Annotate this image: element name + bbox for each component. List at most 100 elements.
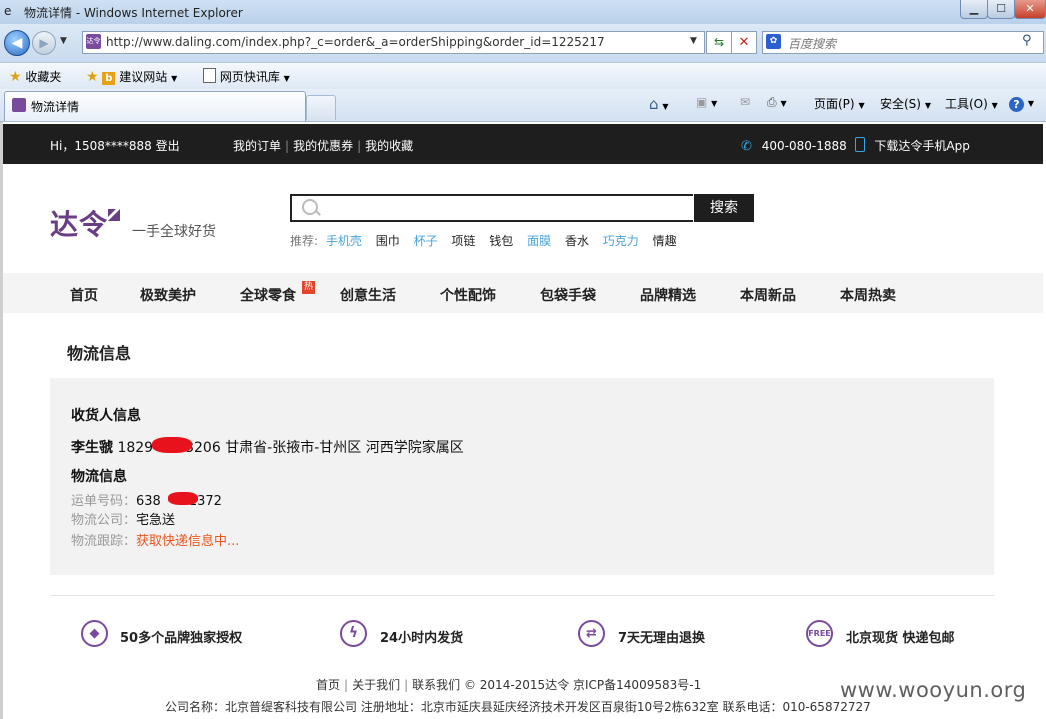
footer-copyright: © 2014-2015达令 京ICP备14009583号-1 [463,678,702,692]
app-download-link[interactable]: 下载达令手机App [874,139,969,153]
address-dropdown-icon[interactable]: ▼ [690,36,697,46]
nav-item-home[interactable]: 首页 [70,285,98,305]
home-button[interactable]: ⌂ ▼ [649,95,669,113]
service-brand-auth: 50多个品牌独家授权 [120,631,243,646]
divider: | [404,678,409,692]
new-tab-button[interactable] [306,95,336,120]
logo-mark-icon [108,209,120,221]
hot-word-link[interactable]: 手机壳 [326,234,362,248]
logistics-heading: 物流信息 [71,469,127,485]
waybill-row: 运单号码：638 1372 [71,490,222,509]
receiver-info: 李生虢 1829 3206 甘肃省-张掖市-甘州区 河西学院家属区 [71,437,464,457]
minimize-button[interactable]: ▁ [960,0,988,19]
nav-item-new-arrivals[interactable]: 本周新品 [740,285,796,305]
rss-icon: ▣ [696,95,708,109]
hot-word-link[interactable]: 杯子 [414,234,438,248]
home-icon: ⌂ [649,95,659,113]
lightning-icon: ϟ [340,620,367,647]
close-window-button[interactable]: ✕ [1014,0,1046,19]
footer-contact-link[interactable]: 联系我们 [412,678,460,692]
hot-word-link[interactable]: 情趣 [653,234,677,248]
hotline-number: 400-080-1888 [761,139,847,153]
read-mail-button[interactable]: ✉ [740,95,750,109]
my-coupons-link[interactable]: 我的优惠券 [293,139,353,153]
waybill-label: 运单号码： [71,494,137,509]
help-menu[interactable]: ? ▼ [1009,95,1034,112]
chevron-down-icon: ▼ [924,101,931,110]
nav-item-snacks[interactable]: 全球零食 [240,285,296,305]
my-orders-link[interactable]: 我的订单 [233,139,281,153]
site-favicon-icon: 达令 [86,34,101,49]
tracking-status-link[interactable]: 获取快递信息中... [136,534,239,549]
hot-word-link[interactable]: 巧克力 [603,234,639,248]
redaction-mark [152,437,192,453]
divider: | [357,139,362,153]
receiver-address: 甘肃省-张掖市-甘州区 河西学院家属区 [225,440,464,456]
divider: | [285,139,290,153]
favorites-button[interactable]: ★ 收藏夹 [9,68,61,85]
redaction-mark [168,492,198,505]
nav-item-brands[interactable]: 品牌精选 [640,285,696,305]
web-slice-icon [203,68,216,83]
ie-logo-icon: e [4,4,12,18]
logout-link[interactable]: 登出 [156,139,180,153]
printer-icon: ⎙ [767,95,777,109]
browser-search-placeholder: 百度搜索 [788,37,837,51]
tab-title[interactable]: 物流详情 [31,98,79,115]
hot-word-link[interactable]: 钱包 [489,234,513,248]
chevron-down-icon: ▼ [283,74,290,83]
site-slogan: 一手全球好货 [132,224,216,240]
footer-home-link[interactable]: 首页 [316,678,340,692]
tracking-row: 物流跟踪：获取快递信息中... [71,530,239,549]
refresh-button[interactable]: ⇆ [706,31,732,54]
hot-word-link[interactable]: 项链 [451,234,475,248]
page-menu[interactable]: 页面(P) ▼ [814,95,865,112]
site-search-button[interactable]: 搜索 [694,194,754,222]
nav-item-creative-life[interactable]: 创意生活 [340,285,396,305]
contact-area: ✆ 400-080-1888 下载达令手机App [741,137,970,154]
window-title: 物流详情 - Windows Internet Explorer [24,6,243,20]
user-greeting: Hi，1508****888 [50,139,152,153]
site-search-input[interactable] [290,194,693,222]
hot-search-words: 推荐: 手机壳 围巾 杯子 项链 钱包 面膜 香水 巧克力 情趣 [290,232,687,249]
waybill-prefix: 638 [136,494,161,509]
safety-menu[interactable]: 安全(S) ▼ [880,95,931,112]
nav-item-best-sellers[interactable]: 本周热卖 [840,285,896,305]
user-greeting-area: Hi，1508****888 登出 [50,137,180,154]
free-shipping-icon: FREE [806,620,833,647]
forward-button[interactable]: ▶ [32,31,56,55]
my-favorites-link[interactable]: 我的收藏 [365,139,413,153]
nav-item-accessories[interactable]: 个性配饰 [440,285,496,305]
web-slices-link[interactable]: 网页快讯库 ▼ [203,68,290,85]
hot-words-label: 推荐: [290,234,319,248]
favorites-label: 收藏夹 [25,70,62,84]
hot-word-link[interactable]: 面膜 [527,234,551,248]
service-24h-shipping: 24小时内发货 [380,631,464,646]
recent-pages-dropdown-icon[interactable]: ▼ [60,36,67,46]
stop-button[interactable]: ✕ [731,31,757,54]
page-title: 物流信息 [67,344,132,363]
phone-icon: ✆ [741,139,752,154]
hot-word-link[interactable]: 围巾 [376,234,400,248]
back-button[interactable]: ◀ [4,30,30,56]
site-logo[interactable]: 达令 [50,203,108,243]
footer-about-link[interactable]: 关于我们 [352,678,400,692]
service-free-shipping: 北京现货 快递包邮 [846,631,955,646]
company-row: 物流公司：宅急送 [71,509,175,528]
maximize-button[interactable]: ☐ [987,0,1015,19]
receiver-name: 李生虢 [71,440,113,456]
chevron-down-icon: ▼ [711,99,718,108]
nav-item-beauty[interactable]: 极致美护 [140,285,196,305]
feeds-button[interactable]: ▣ ▼ [696,95,717,109]
hot-word-link[interactable]: 香水 [565,234,589,248]
address-url[interactable]: http://www.daling.com/index.php?_c=order… [106,35,605,49]
suggested-sites-link[interactable]: ★ b 建议网站 ▼ [86,68,177,85]
print-button[interactable]: ⎙ ▼ [767,95,787,110]
suggested-sites-label: 建议网站 [119,70,168,84]
baidu-paw-icon[interactable]: ✿ [766,34,781,49]
browser-search-go-icon[interactable]: ⚲ [1022,33,1032,48]
receiver-phone-prefix: 1829 [117,440,154,456]
chevron-down-icon: ▼ [991,101,998,110]
tools-menu[interactable]: 工具(O) ▼ [945,95,998,112]
nav-item-bags[interactable]: 包袋手袋 [540,285,596,305]
